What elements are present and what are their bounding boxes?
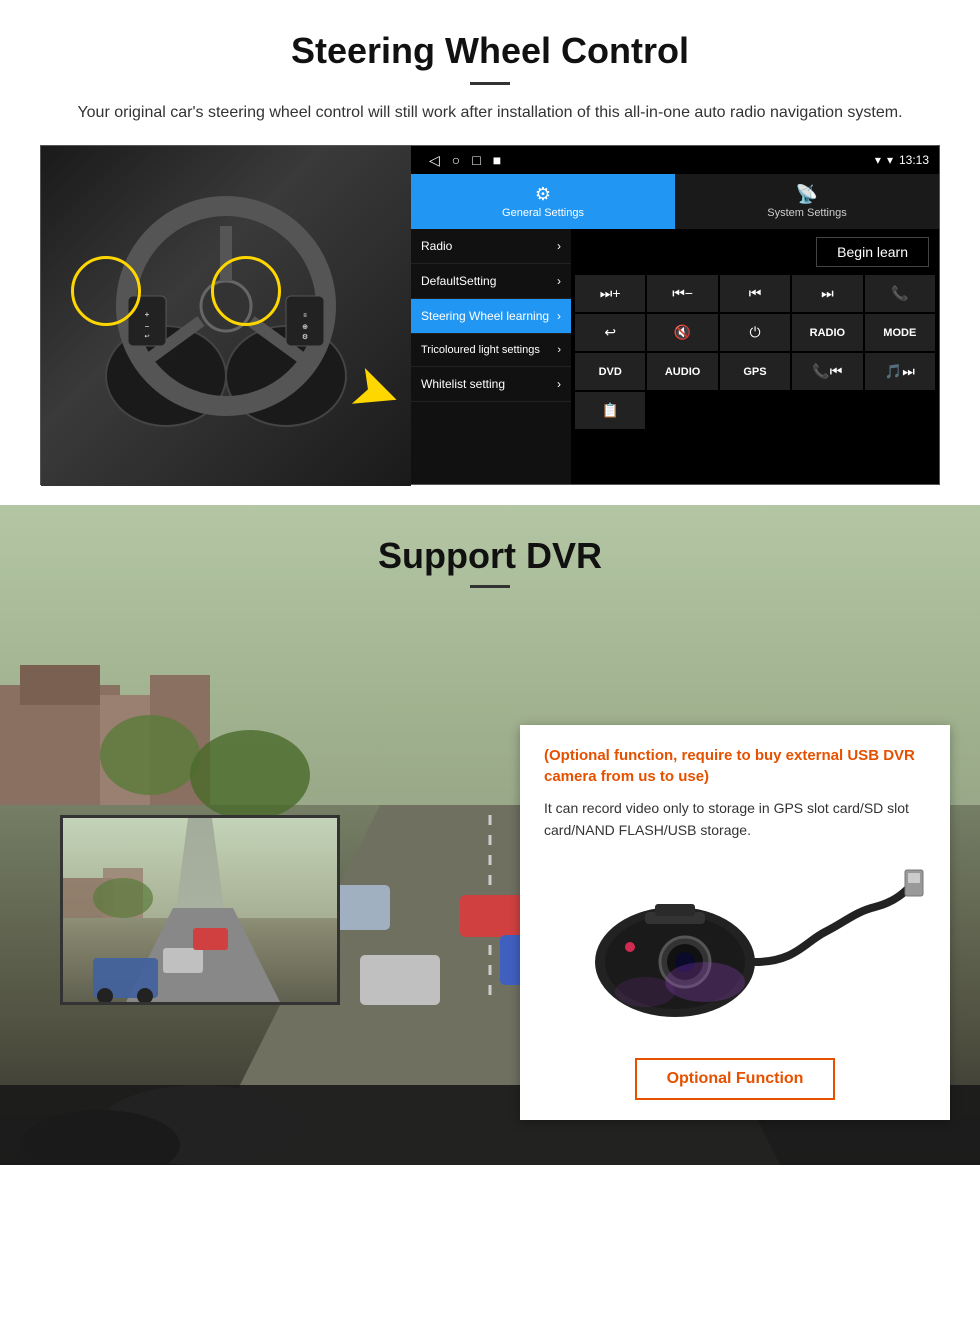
prev-btn[interactable]: ⏮ [720, 275, 790, 312]
steering-title: Steering Wheel Control [40, 30, 940, 72]
call-prev-btn[interactable]: 📞⏮ [792, 353, 862, 390]
menu-tricoloured-light[interactable]: Tricoloured light settings › [411, 334, 571, 367]
audio-btn[interactable]: AUDIO [647, 353, 717, 390]
yellow-circle-left [71, 256, 141, 326]
dvr-title-divider [470, 585, 510, 588]
ui-screenshot: + − ↩ ≡ ⊕ ⚙ ➤ ◁ [40, 145, 940, 485]
steering-wheel-photo: + − ↩ ≡ ⊕ ⚙ ➤ [41, 146, 411, 486]
radio-btn[interactable]: RADIO [792, 314, 862, 351]
home-icon: ○ [452, 152, 460, 169]
yellow-circle-right [211, 256, 281, 326]
gps-btn[interactable]: GPS [720, 353, 790, 390]
dvr-title: Support DVR [0, 535, 980, 577]
menu-steering-wheel-learning[interactable]: Steering Wheel learning › [411, 299, 571, 334]
road-thumbnail [60, 815, 340, 1005]
svg-text:↩: ↩ [144, 334, 149, 340]
vol-down-btn[interactable]: ⏮− [647, 275, 717, 312]
svg-text:+: + [145, 310, 150, 319]
road-thumb-inner [63, 818, 337, 1002]
system-settings-icon: 📡 [796, 184, 818, 205]
optional-function-button[interactable]: Optional Function [635, 1058, 835, 1100]
settings-body: Radio › DefaultSetting › Steering Wheel … [411, 229, 939, 484]
status-bar: ▾ ▾ 13:13 [875, 153, 929, 167]
camera-svg [545, 862, 925, 1042]
dvd-btn[interactable]: DVD [575, 353, 645, 390]
music-next-btn[interactable]: 🎵⏭ [865, 353, 935, 390]
menu-icon: ■ [493, 152, 501, 169]
svg-text:−: − [145, 322, 150, 331]
dvr-title-area: Support DVR [0, 505, 980, 588]
begin-learn-row: Begin learn [571, 229, 939, 275]
dvr-description: It can record video only to storage in G… [544, 797, 926, 842]
menu-default-setting[interactable]: DefaultSetting › [411, 264, 571, 299]
dvr-info-card: (Optional function, require to buy exter… [520, 725, 950, 1120]
menu-radio[interactable]: Radio › [411, 229, 571, 264]
settings-tabs: ⚙ General Settings 📡 System Settings [411, 174, 939, 229]
hang-up-btn[interactable]: ↩ [575, 314, 645, 351]
dvr-camera-image [544, 862, 926, 1042]
menu-list: Radio › DefaultSetting › Steering Wheel … [411, 229, 571, 484]
phone-btn[interactable]: 📞 [865, 275, 935, 312]
back-icon: ◁ [429, 152, 440, 169]
svg-text:≡: ≡ [303, 313, 307, 319]
mode-btn[interactable]: MODE [865, 314, 935, 351]
svg-text:⊕: ⊕ [302, 324, 308, 331]
android-ui: ◁ ○ □ ■ ▾ ▾ 13:13 ⚙ General Settings [411, 146, 939, 484]
tab-general-label: General Settings [502, 207, 584, 219]
general-settings-icon: ⚙ [535, 184, 551, 205]
tab-general-settings[interactable]: ⚙ General Settings [411, 174, 675, 229]
android-topbar: ◁ ○ □ ■ ▾ ▾ 13:13 [411, 146, 939, 174]
dvr-section: Support DVR [0, 505, 980, 1165]
controls-grid: ⏭+ ⏮− ⏮ ⏭ 📞 ↩ 🔇 ⏻ RADIO MODE DVD AUDIO [571, 275, 939, 429]
controls-area: Begin learn ⏭+ ⏮− ⏮ ⏭ 📞 ↩ 🔇 ⏻ RADIO [571, 229, 939, 484]
time-display: 13:13 [899, 153, 929, 167]
extra-btn[interactable]: 📋 [575, 392, 645, 429]
begin-learn-button[interactable]: Begin learn [816, 237, 929, 267]
optional-note: (Optional function, require to buy exter… [544, 745, 926, 787]
next-btn[interactable]: ⏭ [792, 275, 862, 312]
nav-icons: ◁ ○ □ ■ [429, 152, 501, 169]
wifi-icon: ▾ [887, 153, 893, 167]
tab-system-label: System Settings [767, 207, 846, 219]
mute-btn[interactable]: 🔇 [647, 314, 717, 351]
thumb-svg [63, 818, 340, 1005]
title-divider [470, 82, 510, 85]
power-btn[interactable]: ⏻ [720, 314, 790, 351]
tab-system-settings[interactable]: 📡 System Settings [675, 174, 939, 229]
steering-section: Steering Wheel Control Your original car… [0, 0, 980, 505]
vol-up-btn[interactable]: ⏭+ [575, 275, 645, 312]
menu-whitelist[interactable]: Whitelist setting › [411, 367, 571, 402]
signal-icon: ▾ [875, 153, 881, 167]
recents-icon: □ [472, 152, 480, 169]
svg-text:⚙: ⚙ [302, 333, 308, 341]
steering-description: Your original car's steering wheel contr… [60, 101, 920, 125]
